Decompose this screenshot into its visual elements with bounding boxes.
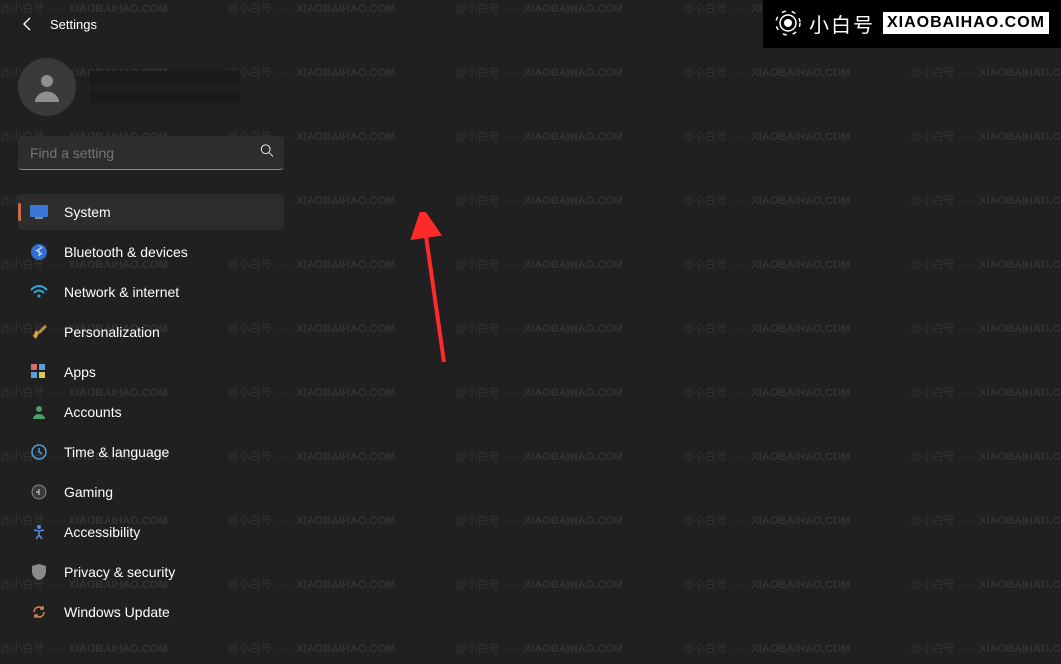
- nav-system[interactable]: System: [18, 194, 284, 230]
- watermark-badge: 小白号 XIAOBAIHAO.COM: [763, 0, 1061, 48]
- person-icon: [30, 403, 48, 421]
- nav-network[interactable]: Network & internet: [18, 274, 284, 310]
- nav-bluetooth[interactable]: Bluetooth & devices: [18, 234, 284, 270]
- nav-time[interactable]: Time & language: [18, 434, 284, 470]
- nav-label: Gaming: [64, 484, 113, 500]
- nav-accessibility[interactable]: Accessibility: [18, 514, 284, 550]
- bluetooth-icon: [30, 243, 48, 261]
- accessibility-icon: [30, 523, 48, 541]
- paint-icon: [30, 323, 48, 341]
- shield-icon: [30, 563, 48, 581]
- back-button[interactable]: [18, 14, 38, 34]
- nav-label: Privacy & security: [64, 564, 175, 580]
- nav-label: System: [64, 204, 111, 220]
- window-title: Settings: [50, 17, 97, 32]
- watermark-en: XIAOBAIHAO.COM: [883, 12, 1049, 34]
- nav-list: System Bluetooth & devices Network & int…: [18, 194, 300, 630]
- nav-label: Time & language: [64, 444, 169, 460]
- nav-label: Windows Update: [64, 604, 170, 620]
- nav-label: Bluetooth & devices: [64, 244, 188, 260]
- clock-icon: [30, 443, 48, 461]
- wifi-icon: [30, 283, 48, 301]
- nav-apps[interactable]: Apps: [18, 354, 284, 390]
- apps-icon: [30, 363, 48, 381]
- watermark-cn: 小白号: [809, 9, 875, 38]
- nav-label: Accessibility: [64, 524, 140, 540]
- profile-block[interactable]: [18, 58, 300, 116]
- profile-name-redacted: [90, 71, 240, 85]
- nav-personalization[interactable]: Personalization: [18, 314, 284, 350]
- gaming-icon: [30, 483, 48, 501]
- update-icon: [30, 603, 48, 621]
- nav-label: Apps: [64, 364, 96, 380]
- system-icon: [30, 203, 48, 221]
- profile-email-redacted: [90, 91, 240, 103]
- nav-privacy[interactable]: Privacy & security: [18, 554, 284, 590]
- search-input[interactable]: [18, 136, 284, 170]
- nav-label: Accounts: [64, 404, 122, 420]
- nav-label: Network & internet: [64, 284, 179, 300]
- annotation-arrow: [410, 212, 470, 372]
- avatar: [18, 58, 76, 116]
- nav-gaming[interactable]: Gaming: [18, 474, 284, 510]
- nav-accounts[interactable]: Accounts: [18, 394, 284, 430]
- nav-label: Personalization: [64, 324, 160, 340]
- search-icon: [260, 144, 274, 163]
- nav-update[interactable]: Windows Update: [18, 594, 284, 630]
